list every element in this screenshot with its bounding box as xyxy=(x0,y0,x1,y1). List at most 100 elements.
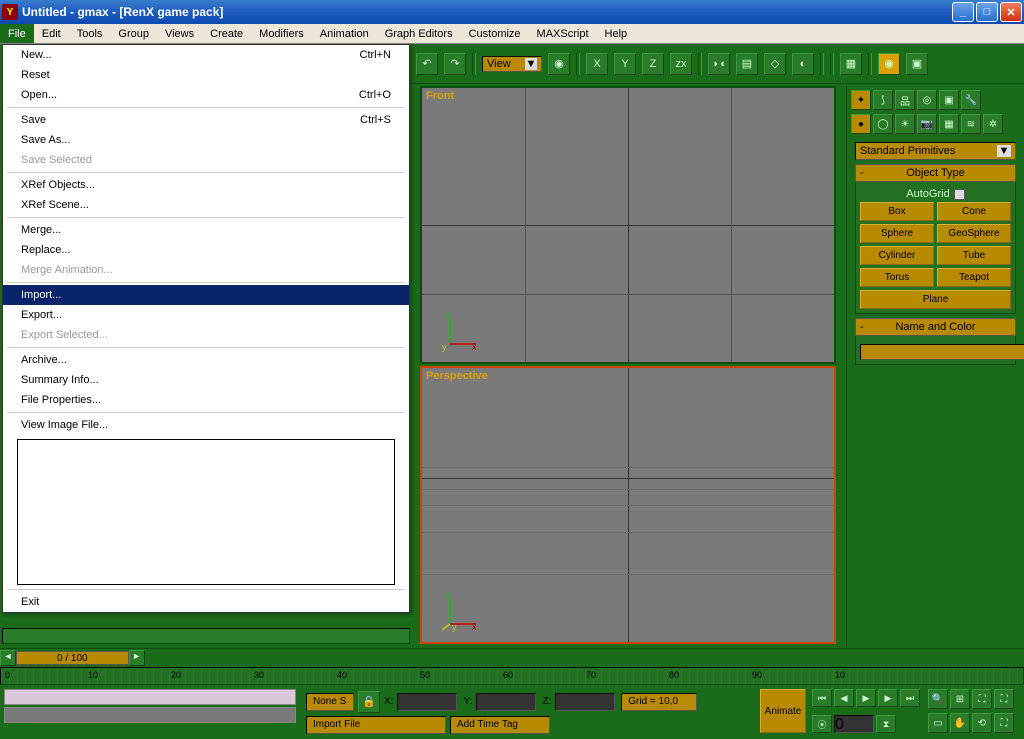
goto-start-icon[interactable]: ⏮ xyxy=(812,689,832,707)
restrict-x-icon[interactable]: X xyxy=(586,53,608,75)
spacewarps-subtab-icon[interactable]: ≋ xyxy=(961,114,981,134)
systems-subtab-icon[interactable]: ✲ xyxy=(983,114,1003,134)
cameras-subtab-icon[interactable]: 📷 xyxy=(917,114,937,134)
lights-subtab-icon[interactable]: ☀ xyxy=(895,114,915,134)
menu-group[interactable]: Group xyxy=(110,24,157,43)
restrict-y-icon[interactable]: Y xyxy=(614,53,636,75)
align-icon[interactable]: ▤ xyxy=(736,53,758,75)
time-config-icon[interactable]: ⧗ xyxy=(876,715,896,733)
file-menu-summary-info[interactable]: Summary Info... xyxy=(3,370,409,390)
y-coord-input[interactable] xyxy=(476,693,536,711)
file-menu-save-as[interactable]: Save As... xyxy=(3,130,409,150)
viewport-perspective[interactable]: Perspective zxy xyxy=(420,366,836,644)
file-menu-view-image-file[interactable]: View Image File... xyxy=(3,415,409,435)
menu-maxscript[interactable]: MAXScript xyxy=(529,24,597,43)
mirror-icon[interactable]: ◗◖ xyxy=(708,53,730,75)
cone-button[interactable]: Cone xyxy=(937,202,1011,221)
utilities-tab-icon[interactable]: 🔧 xyxy=(961,90,981,110)
pivot-icon[interactable]: ◉ xyxy=(548,53,570,75)
cylinder-button[interactable]: Cylinder xyxy=(860,246,934,265)
menu-modifiers[interactable]: Modifiers xyxy=(251,24,312,43)
undo-icon[interactable]: ↶ xyxy=(416,53,438,75)
reference-coord-dropdown[interactable]: View▼ xyxy=(482,56,542,72)
hierarchy-tab-icon[interactable]: 品 xyxy=(895,90,915,110)
snap-toggle-icon[interactable]: ◇ xyxy=(764,53,786,75)
angle-snap-icon[interactable]: ◐ xyxy=(792,53,814,75)
box-button[interactable]: Box xyxy=(860,202,934,221)
display-tab-icon[interactable]: ▣ xyxy=(939,90,959,110)
time-slider-right-icon[interactable]: ► xyxy=(129,650,145,666)
file-menu-replace[interactable]: Replace... xyxy=(3,240,409,260)
file-menu-open[interactable]: Open...Ctrl+O xyxy=(3,85,409,105)
restrict-z-icon[interactable]: Z xyxy=(642,53,664,75)
file-menu-new[interactable]: New...Ctrl+N xyxy=(3,45,409,65)
zoom-extents-all-icon[interactable]: ⛶ xyxy=(994,689,1014,709)
plane-button[interactable]: Plane xyxy=(860,290,1011,309)
geosphere-button[interactable]: GeoSphere xyxy=(937,224,1011,243)
goto-end-icon[interactable]: ⏭ xyxy=(900,689,920,707)
menu-edit[interactable]: Edit xyxy=(34,24,69,43)
time-slider[interactable]: ◄ 0 / 100 ► xyxy=(0,649,1024,667)
menu-animation[interactable]: Animation xyxy=(312,24,377,43)
material-editor-icon[interactable]: ◉ xyxy=(878,53,900,75)
named-selection-icon[interactable]: ▦ xyxy=(840,53,862,75)
autogrid-checkbox[interactable]: AutoGrid xyxy=(860,186,1011,202)
prev-frame-icon[interactable]: ◀ xyxy=(834,689,854,707)
restrict-xy-icon[interactable]: zx xyxy=(670,53,692,75)
time-slider-thumb[interactable]: 0 / 100 xyxy=(16,651,129,665)
menu-graph-editors[interactable]: Graph Editors xyxy=(377,24,461,43)
arc-rotate-icon[interactable]: ⟲ xyxy=(972,713,992,733)
file-menu-export[interactable]: Export... xyxy=(3,305,409,325)
zoom-all-icon[interactable]: ⊞ xyxy=(950,689,970,709)
menu-tools[interactable]: Tools xyxy=(69,24,111,43)
zoom-icon[interactable]: 🔍 xyxy=(928,689,948,709)
render-icon[interactable]: ▣ xyxy=(906,53,928,75)
minimize-button[interactable]: _ xyxy=(952,2,974,22)
animate-button[interactable]: Animate xyxy=(760,689,806,733)
pan-icon[interactable]: ✋ xyxy=(950,713,970,733)
add-time-tag-button[interactable]: Add Time Tag xyxy=(450,716,550,734)
next-frame-icon[interactable]: ▶ xyxy=(878,689,898,707)
selection-lock-icon[interactable]: 🔒 xyxy=(358,691,380,713)
file-menu-xref-objects[interactable]: XRef Objects... xyxy=(3,175,409,195)
file-menu-merge[interactable]: Merge... xyxy=(3,220,409,240)
teapot-button[interactable]: Teapot xyxy=(937,268,1011,287)
shapes-subtab-icon[interactable]: ◯ xyxy=(873,114,893,134)
z-coord-input[interactable] xyxy=(555,693,615,711)
tube-button[interactable]: Tube xyxy=(937,246,1011,265)
file-menu-exit[interactable]: Exit xyxy=(3,592,409,612)
menu-create[interactable]: Create xyxy=(202,24,251,43)
zoom-extents-icon[interactable]: ⛶ xyxy=(972,689,992,709)
menu-help[interactable]: Help xyxy=(597,24,636,43)
time-ruler[interactable]: 010203040506070809010 xyxy=(0,667,1024,685)
region-zoom-icon[interactable]: ▭ xyxy=(928,713,948,733)
maximize-viewport-icon[interactable]: ⛶ xyxy=(994,713,1014,733)
file-menu-file-properties[interactable]: File Properties... xyxy=(3,390,409,410)
track-scrollbar[interactable] xyxy=(2,628,410,644)
torus-button[interactable]: Torus xyxy=(860,268,934,287)
helpers-subtab-icon[interactable]: ▦ xyxy=(939,114,959,134)
category-dropdown[interactable]: Standard Primitives▼ xyxy=(855,142,1016,160)
viewport-front[interactable]: Front zxy xyxy=(420,86,836,364)
name-color-rollout-head[interactable]: -Name and Color xyxy=(855,318,1016,336)
object-type-rollout-head[interactable]: -Object Type xyxy=(855,164,1016,182)
maximize-button[interactable]: □ xyxy=(976,2,998,22)
modify-tab-icon[interactable]: ⟆ xyxy=(873,90,893,110)
file-menu-save[interactable]: SaveCtrl+S xyxy=(3,110,409,130)
menu-file[interactable]: File xyxy=(0,24,34,43)
menu-views[interactable]: Views xyxy=(157,24,202,43)
sphere-button[interactable]: Sphere xyxy=(860,224,934,243)
file-menu-xref-scene[interactable]: XRef Scene... xyxy=(3,195,409,215)
time-slider-left-icon[interactable]: ◄ xyxy=(0,650,16,666)
geometry-subtab-icon[interactable]: ● xyxy=(851,114,871,134)
file-menu-reset[interactable]: Reset xyxy=(3,65,409,85)
play-icon[interactable]: ▶ xyxy=(856,689,876,707)
menu-customize[interactable]: Customize xyxy=(461,24,529,43)
close-button[interactable]: ✕ xyxy=(1000,2,1022,22)
motion-tab-icon[interactable]: ◎ xyxy=(917,90,937,110)
file-menu-import[interactable]: Import... xyxy=(3,285,409,305)
x-coord-input[interactable] xyxy=(397,693,457,711)
key-mode-icon[interactable]: ⦿ xyxy=(812,715,832,733)
object-name-input[interactable] xyxy=(860,344,1024,360)
current-frame-input[interactable]: 0 xyxy=(834,715,874,733)
